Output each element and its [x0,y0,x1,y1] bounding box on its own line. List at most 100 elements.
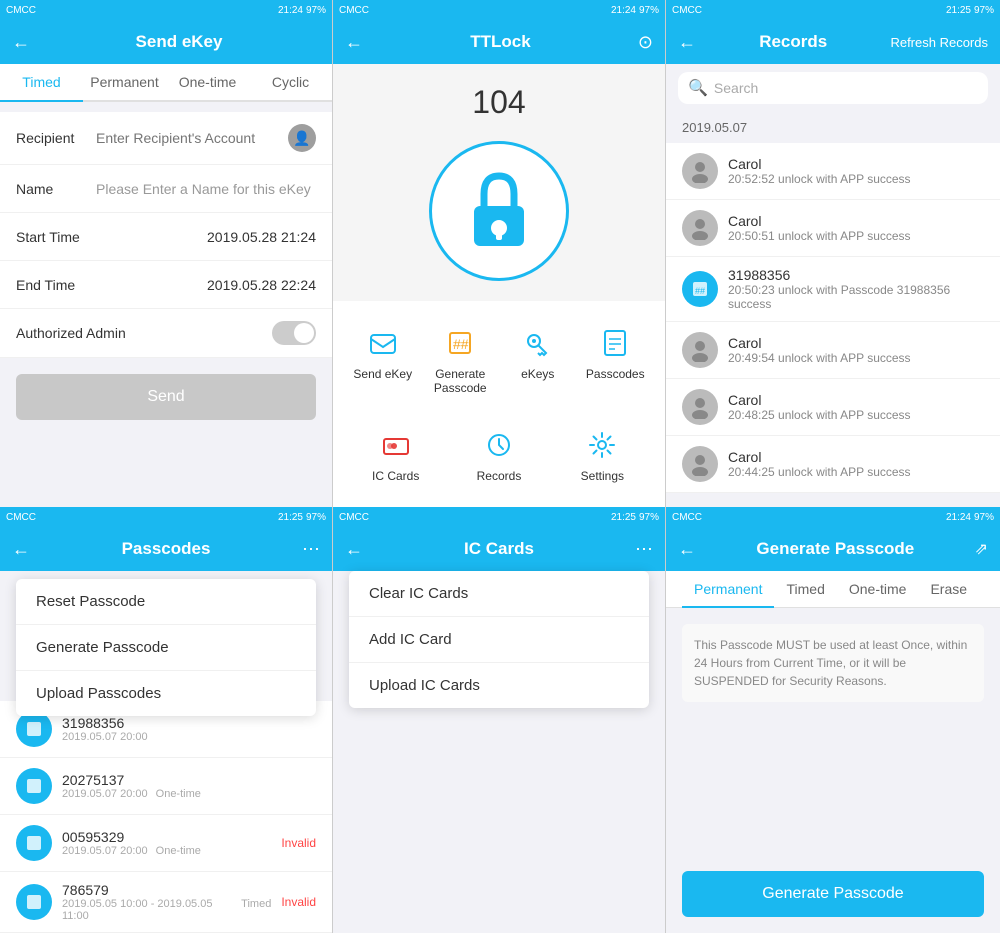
record-item-3: Carol 20:49:54 unlock with APP success [666,322,1000,379]
menu-passcodes[interactable]: Passcodes [582,317,650,403]
menu-ic-cards[interactable]: IC Cards [349,419,442,491]
dropdown-reset-passcode[interactable]: Reset Passcode [16,579,316,625]
passcode-item-2: 00595329 2019.05.07 20:00 One-time Inval… [0,815,332,872]
avatar-0 [682,153,718,189]
record-name-2: 31988356 [728,267,984,283]
record-detail-4: 20:48:25 unlock with APP success [728,408,984,422]
more-icon[interactable]: ⋯ [302,539,320,560]
status-bar-b1: CMCC 21:25 97% [0,507,332,527]
passcode-avatar-1 [16,768,52,804]
ekeys-icon [520,325,556,361]
lock-circle [429,141,569,281]
record-info-4: Carol 20:48:25 unlock with APP success [728,392,984,422]
dropdown-upload-ic-cards[interactable]: Upload IC Cards [349,663,649,708]
tab-cyclic[interactable]: Cyclic [249,64,332,100]
back-button-b2[interactable]: ← [345,539,363,560]
settings-icon [584,427,620,463]
back-button-b3[interactable]: ← [678,539,696,560]
carrier-b2: CMCC [339,512,369,523]
tab-one-time[interactable]: One-time [166,64,249,100]
start-time-value: 2019.05.28 21:24 [207,229,316,245]
dropdown-generate-passcode[interactable]: Generate Passcode [16,625,316,671]
record-name-5: Carol [728,449,984,465]
records-screen: CMCC 21:25 97% ← Records Refresh Records… [666,0,1000,507]
record-item-0: Carol 20:52:52 unlock with APP success [666,143,1000,200]
search-input-wrap[interactable]: 🔍 Search [678,72,988,104]
dropdown-clear-ic-cards[interactable]: Clear IC Cards [349,571,649,617]
record-name-0: Carol [728,156,984,172]
avatar-3 [682,332,718,368]
recipient-row: Recipient 👤 [0,112,332,165]
passcode-code-2: 00595329 [62,829,271,845]
contact-icon[interactable]: 👤 [288,124,316,152]
dropdown-add-ic-card[interactable]: Add IC Card [349,617,649,663]
record-name-1: Carol [728,213,984,229]
back-button-b1[interactable]: ← [12,539,30,560]
dropdown-upload-passcodes[interactable]: Upload Passcodes [16,671,316,716]
send-ekey-title: Send eKey [38,32,320,52]
send-button[interactable]: Send [16,374,316,420]
menu-settings[interactable]: Settings [556,419,649,491]
search-placeholder: Search [714,80,758,96]
recipient-input[interactable] [96,130,282,146]
authorized-admin-toggle[interactable] [272,321,316,345]
battery-b2: 97% [639,512,659,523]
generate-passcode-icon: ## [442,325,478,361]
status-bar-b2: CMCC 21:25 97% [333,507,665,527]
external-link-icon[interactable]: ⇗ [975,539,988,559]
record-info-1: Carol 20:50:51 unlock with APP success [728,213,984,243]
gen-tab-timed[interactable]: Timed [774,571,836,607]
send-ekey-icon [365,325,401,361]
generate-passcode-button[interactable]: Generate Passcode [682,871,984,917]
passcodes-title: Passcodes [38,539,294,559]
menu-records[interactable]: Records [452,419,545,491]
generate-passcode-header: ← Generate Passcode ⇗ [666,527,1000,571]
record-detail-2: 20:50:23 unlock with Passcode 31988356 s… [728,283,984,311]
send-ekey-form: Recipient 👤 Name Please Enter a Name for… [0,112,332,358]
ic-cards-header: ← IC Cards ⋯ [333,527,665,571]
send-ekey-tabs: Timed Permanent One-time Cyclic [0,64,332,102]
time-b1: 21:25 [278,512,303,523]
menu-generate-passcode[interactable]: ## Generate Passcode [427,317,495,403]
refresh-records-button[interactable]: Refresh Records [890,35,988,50]
carrier-3: CMCC [672,5,702,16]
generate-passcode-tabs: Permanent Timed One-time Erase [666,571,1000,608]
ic-cards-screen: CMCC 21:25 97% ← IC Cards ⋯ Clear IC Car… [333,507,666,933]
passcode-avatar-2 [16,825,52,861]
passcodes-content: Reset Passcode Generate Passcode Upload … [0,571,332,933]
status-bar-2: CMCC 21:24 97% [333,0,665,20]
records-header: ← Records Refresh Records [666,20,1000,64]
tab-permanent[interactable]: Permanent [83,64,166,100]
menu-send-ekey[interactable]: Send eKey [349,317,417,403]
start-time-row: Start Time 2019.05.28 21:24 [0,213,332,261]
main-menu-grid: Send eKey ## Generate Passcode eKeys [333,301,665,419]
back-button-1[interactable]: ← [12,32,30,53]
back-button-2[interactable]: ← [345,32,363,53]
date-header: 2019.05.07 [666,112,1000,143]
record-info-3: Carol 20:49:54 unlock with APP success [728,335,984,365]
passcode-info-1: 20275137 2019.05.07 20:00 One-time [62,772,201,800]
more-icon-b2[interactable]: ⋯ [635,539,653,560]
passcodes-header: ← Passcodes ⋯ [0,527,332,571]
carrier-1: CMCC [6,5,36,16]
back-button-3[interactable]: ← [678,32,696,53]
passcode-item-3: 786579 2019.05.05 10:00 - 2019.05.05 11:… [0,872,332,933]
gen-tab-one-time[interactable]: One-time [837,571,919,607]
battery-1: 97% [306,5,326,16]
name-placeholder: Please Enter a Name for this eKey [96,181,316,197]
battery-b3: 97% [974,512,994,523]
gen-tab-erase[interactable]: Erase [918,571,979,607]
passcode-info-3: 786579 2019.05.05 10:00 - 2019.05.05 11:… [62,882,271,922]
camera-icon[interactable]: ⊙ [638,32,653,53]
record-item-2: ## 31988356 20:50:23 unlock with Passcod… [666,257,1000,322]
tab-timed[interactable]: Timed [0,64,83,100]
carrier-b1: CMCC [6,512,36,523]
status-bar-3: CMCC 21:25 97% [666,0,1000,20]
record-name-4: Carol [728,392,984,408]
record-item-5: Carol 20:44:25 unlock with APP success [666,436,1000,493]
ic-cards-title: IC Cards [371,539,627,559]
menu-passcodes-label: Passcodes [586,367,645,381]
menu-ekeys[interactable]: eKeys [504,317,572,403]
avatar-4 [682,389,718,425]
gen-tab-permanent[interactable]: Permanent [682,571,774,607]
